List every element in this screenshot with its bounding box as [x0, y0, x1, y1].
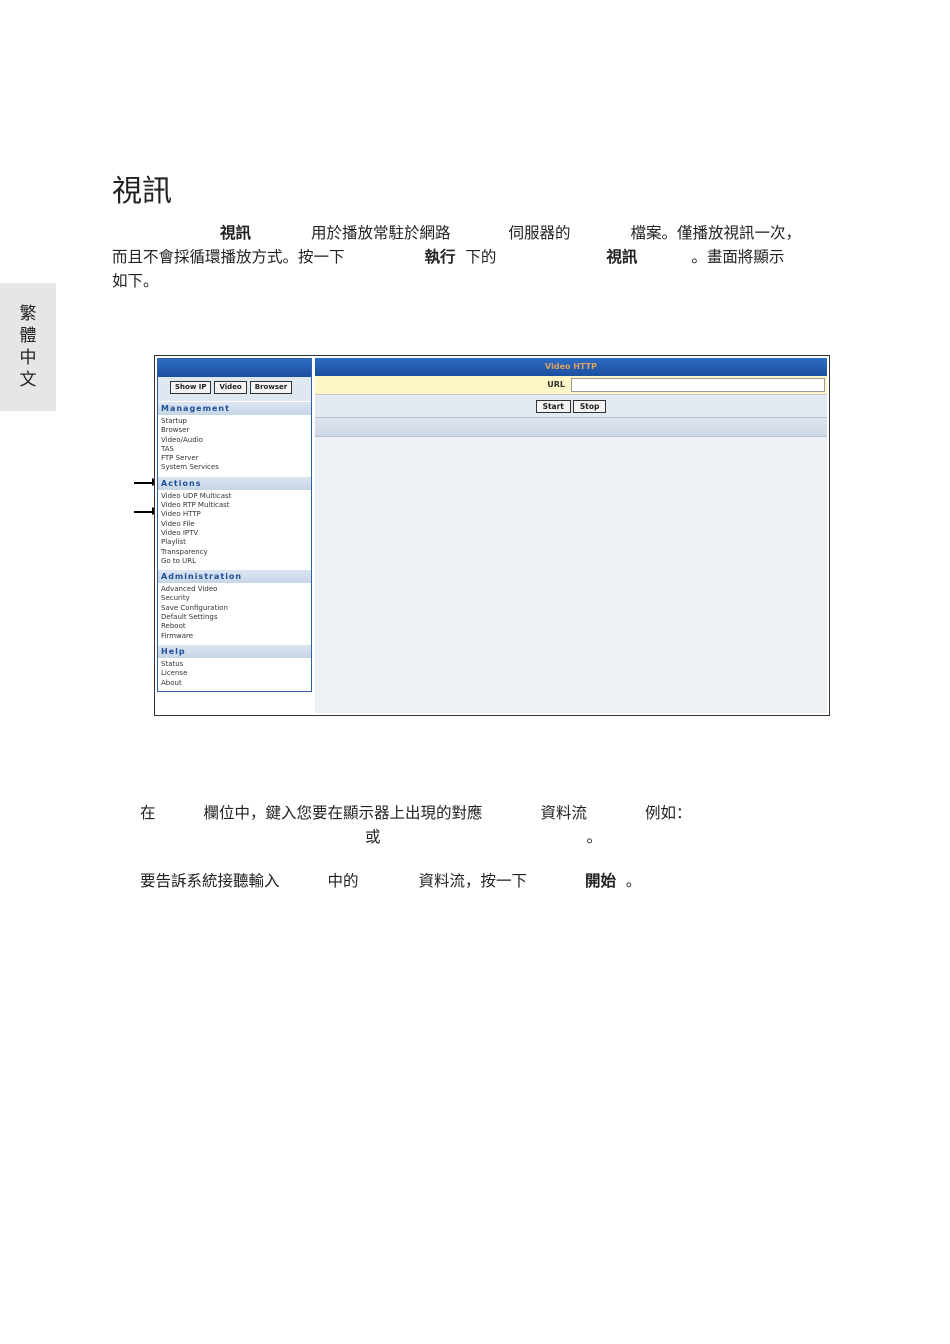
- sidebar-section-items: Status License About: [158, 658, 311, 691]
- text: 。: [586, 828, 603, 846]
- sidebar-buttons: Show IP Video Browser: [158, 377, 311, 401]
- lang-char: 文: [19, 370, 37, 390]
- embedded-screenshot: Show IP Video Browser Management Startup B…: [154, 355, 830, 716]
- text: 。: [625, 872, 642, 890]
- bold-term: 視訊: [606, 248, 638, 266]
- sidebar-link[interactable]: System Services: [158, 463, 311, 472]
- lang-char: 繁: [19, 304, 37, 324]
- sidebar-link[interactable]: TAS: [158, 445, 311, 454]
- text: 中的: [327, 872, 359, 890]
- sidebar-link[interactable]: Save Configuration: [158, 604, 311, 613]
- sidebar-section-header: Actions: [158, 475, 311, 490]
- text: 伺服器的: [508, 224, 571, 242]
- text: 用於播放常駐於網路: [311, 224, 451, 242]
- action-buttons: Start Stop: [315, 395, 827, 417]
- page-title: 視訊: [112, 174, 172, 209]
- text: 下的: [465, 248, 497, 266]
- sidebar-section-items: Video UDP Multicast Video RTP Multicast Vi…: [158, 490, 311, 569]
- text: 要告訴系統接聽輸入: [140, 872, 280, 890]
- sidebar-link[interactable]: Video/Audio: [158, 436, 311, 445]
- text: 資料流: [540, 804, 588, 822]
- bold-term: 執行: [424, 248, 456, 266]
- sidebar-section-header: Management: [158, 401, 311, 415]
- sidebar-link[interactable]: Playlist: [158, 538, 311, 547]
- text: 例如：: [645, 804, 692, 822]
- sidebar-link[interactable]: Video UDP Multicast: [158, 492, 311, 501]
- sidebar-section-items: Startup Browser Video/Audio TAS FTP Server Sy…: [158, 415, 311, 476]
- web-main-panel: Video HTTP URL Start Stop: [315, 358, 827, 713]
- text: 資料流，按一下: [418, 872, 528, 890]
- text: 。畫面將顯示: [691, 248, 785, 266]
- bold-term: 開始: [585, 872, 617, 890]
- sidebar-link[interactable]: Reboot: [158, 622, 311, 631]
- step2-line: 要告訴系統接聽輸入 中的 資料流，按一下 開始 。: [140, 869, 641, 893]
- step1-line-1: 在 欄位中，鍵入您要在顯示器上出現的對應 資料流 例如：: [140, 801, 692, 825]
- url-input[interactable]: [571, 378, 825, 392]
- sidebar-link[interactable]: Firmware: [158, 632, 311, 641]
- sidebar-link[interactable]: Video IPTV: [158, 529, 311, 538]
- panel-footer-bar: [315, 417, 827, 437]
- web-sidebar: Show IP Video Browser Management Startup B…: [157, 358, 312, 692]
- sidebar-sections: Management Startup Browser Video/Audio TAS FT…: [158, 401, 311, 691]
- sidebar-link[interactable]: Advanced Video: [158, 585, 311, 594]
- sidebar-link[interactable]: Default Settings: [158, 613, 311, 622]
- sidebar-section-header: Administration: [158, 569, 311, 584]
- sidebar-link[interactable]: Security: [158, 594, 311, 603]
- sidebar-link[interactable]: Video HTTP: [158, 510, 311, 519]
- sidebar-link[interactable]: Startup: [158, 417, 311, 426]
- sidebar-link[interactable]: About: [158, 679, 311, 688]
- show-ip-button[interactable]: Show IP: [170, 381, 212, 394]
- sidebar-link[interactable]: Browser: [158, 426, 311, 435]
- intro-line-2: 而且不會採循環播放方式。按一下 執行 下的 視訊 。畫面將顯示: [112, 245, 784, 269]
- lang-char: 中: [19, 348, 37, 368]
- text: 而且不會採循環播放方式。按一下: [112, 248, 345, 266]
- text: 在: [140, 804, 156, 822]
- intro-line-3: 如下。: [112, 272, 159, 290]
- sidebar-header: [158, 359, 311, 377]
- text: 檔案。僅播放視訊一次，: [630, 224, 802, 242]
- sidebar-link[interactable]: FTP Server: [158, 454, 311, 463]
- language-tab: 繁 體 中 文: [0, 283, 56, 411]
- sidebar-link[interactable]: Transparency: [158, 548, 311, 557]
- start-button[interactable]: Start: [535, 399, 571, 413]
- sidebar-link[interactable]: Video RTP Multicast: [158, 501, 311, 510]
- text: 欄位中，鍵入您要在顯示器上出現的對應: [203, 804, 483, 822]
- panel-title: Video HTTP: [315, 358, 827, 376]
- url-label: URL: [547, 380, 565, 389]
- sidebar-link[interactable]: Status: [158, 660, 311, 669]
- sidebar-link[interactable]: License: [158, 669, 311, 678]
- browser-button[interactable]: Browser: [249, 381, 293, 394]
- step1-line-2: 或。: [365, 825, 602, 849]
- sidebar-section-items: Advanced Video Security Save Configuration…: [158, 583, 311, 644]
- url-row: URL: [315, 376, 827, 395]
- lang-char: 體: [19, 326, 37, 346]
- intro-line-1: 視訊 用於播放常駐於網路 伺服器的 檔案。僅播放視訊一次，: [220, 221, 801, 245]
- stop-button[interactable]: Stop: [572, 399, 607, 413]
- video-button[interactable]: Video: [214, 381, 247, 394]
- bold-term: 視訊: [220, 224, 252, 242]
- sidebar-link[interactable]: Go to URL: [158, 557, 311, 566]
- sidebar-section-header: Help: [158, 643, 311, 658]
- sidebar-link[interactable]: Video File: [158, 520, 311, 529]
- text: 或: [365, 828, 381, 846]
